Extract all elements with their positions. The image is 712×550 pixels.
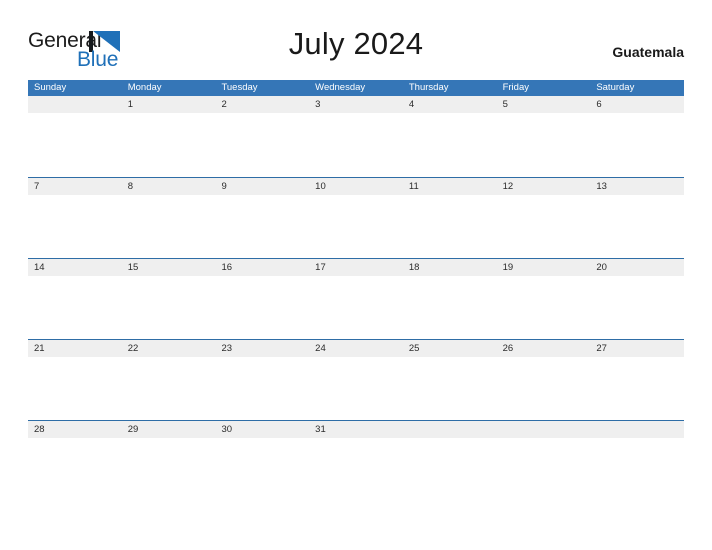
calendar-day-cell[interactable] bbox=[28, 96, 122, 177]
day-number: 12 bbox=[496, 178, 591, 195]
calendar-day-cell[interactable]: 4 bbox=[402, 96, 497, 177]
day-number: 16 bbox=[215, 259, 310, 276]
weekday-header-sunday: Sunday bbox=[34, 82, 67, 93]
calendar-day-cell[interactable]: 10 bbox=[309, 178, 403, 258]
day-number: 24 bbox=[309, 340, 403, 357]
day-number: 17 bbox=[309, 259, 403, 276]
calendar-week-row: 1 2 3 4 5 6 bbox=[28, 96, 685, 177]
day-number: 11 bbox=[402, 178, 497, 195]
calendar-day-cell[interactable]: 31 bbox=[309, 421, 403, 501]
calendar-day-cell[interactable]: 8 bbox=[121, 178, 216, 258]
day-number: 10 bbox=[309, 178, 403, 195]
weekday-header-tuesday: Tuesday bbox=[221, 82, 258, 93]
weekday-header-wednesday: Wednesday bbox=[315, 82, 366, 93]
calendar-day-cell[interactable]: 29 bbox=[121, 421, 216, 501]
day-number: 5 bbox=[496, 96, 591, 113]
day-number bbox=[590, 421, 685, 438]
calendar-day-cell[interactable]: 12 bbox=[496, 178, 591, 258]
day-number bbox=[28, 96, 122, 113]
day-number: 22 bbox=[121, 340, 216, 357]
calendar-day-cell[interactable]: 28 bbox=[28, 421, 122, 501]
calendar-week-row: 28 29 30 31 bbox=[28, 420, 685, 501]
page-header: General Blue July 2024 Guatemala bbox=[28, 26, 684, 72]
day-number: 4 bbox=[402, 96, 497, 113]
calendar-day-cell[interactable]: 25 bbox=[402, 340, 497, 420]
calendar-day-cell[interactable]: 6 bbox=[590, 96, 685, 177]
day-number: 1 bbox=[121, 96, 216, 113]
day-number: 14 bbox=[28, 259, 122, 276]
calendar-day-cell[interactable]: 3 bbox=[309, 96, 403, 177]
day-number: 6 bbox=[590, 96, 685, 113]
day-number: 27 bbox=[590, 340, 685, 357]
calendar-day-cell[interactable]: 17 bbox=[309, 259, 403, 339]
calendar-week-row: 7 8 9 10 11 12 13 bbox=[28, 177, 685, 258]
calendar-day-cell[interactable]: 1 bbox=[121, 96, 216, 177]
calendar-day-cell[interactable]: 20 bbox=[590, 259, 685, 339]
day-number: 28 bbox=[28, 421, 122, 438]
calendar-day-cell[interactable] bbox=[402, 421, 497, 501]
day-number: 30 bbox=[215, 421, 310, 438]
day-number: 20 bbox=[590, 259, 685, 276]
weekday-header-monday: Monday bbox=[127, 82, 162, 93]
calendar-day-cell[interactable]: 19 bbox=[496, 259, 591, 339]
calendar-day-cell[interactable]: 16 bbox=[215, 259, 310, 339]
calendar-day-cell[interactable]: 13 bbox=[590, 178, 685, 258]
day-number: 3 bbox=[309, 96, 403, 113]
calendar-day-cell[interactable]: 7 bbox=[28, 178, 122, 258]
day-number: 15 bbox=[121, 259, 216, 276]
weekday-header-thursday: Thursday bbox=[408, 82, 449, 93]
day-number: 9 bbox=[215, 178, 310, 195]
day-number bbox=[402, 421, 497, 438]
day-number: 19 bbox=[496, 259, 591, 276]
calendar-week-row: 21 22 23 24 25 26 27 bbox=[28, 339, 685, 420]
day-number: 2 bbox=[215, 96, 310, 113]
calendar-day-cell[interactable]: 22 bbox=[121, 340, 216, 420]
calendar-day-cell[interactable]: 23 bbox=[215, 340, 310, 420]
calendar-day-cell[interactable] bbox=[590, 421, 685, 501]
weekday-header-row: Sunday Monday Tuesday Wednesday Thursday… bbox=[28, 80, 684, 96]
location-label: Guatemala bbox=[612, 44, 684, 60]
calendar-day-cell[interactable]: 15 bbox=[121, 259, 216, 339]
day-number: 29 bbox=[121, 421, 216, 438]
day-number: 23 bbox=[215, 340, 310, 357]
calendar-day-cell[interactable]: 30 bbox=[215, 421, 310, 501]
day-number: 26 bbox=[496, 340, 591, 357]
calendar-day-cell[interactable]: 9 bbox=[215, 178, 310, 258]
calendar-day-cell[interactable] bbox=[496, 421, 591, 501]
day-number: 25 bbox=[402, 340, 497, 357]
calendar-day-cell[interactable]: 5 bbox=[496, 96, 591, 177]
calendar-grid: Sunday Monday Tuesday Wednesday Thursday… bbox=[28, 80, 685, 501]
day-number: 13 bbox=[590, 178, 685, 195]
day-number: 8 bbox=[121, 178, 216, 195]
calendar-day-cell[interactable]: 24 bbox=[309, 340, 403, 420]
weekday-header-saturday: Saturday bbox=[596, 82, 635, 93]
calendar-day-cell[interactable]: 26 bbox=[496, 340, 591, 420]
calendar-day-cell[interactable]: 14 bbox=[28, 259, 122, 339]
day-number: 18 bbox=[402, 259, 497, 276]
calendar-week-row: 14 15 16 17 18 19 20 bbox=[28, 258, 685, 339]
calendar-day-cell[interactable]: 18 bbox=[402, 259, 497, 339]
calendar-day-cell[interactable]: 21 bbox=[28, 340, 122, 420]
page-title: July 2024 bbox=[288, 26, 424, 61]
day-number: 7 bbox=[28, 178, 122, 195]
day-number: 21 bbox=[28, 340, 122, 357]
weekday-header-friday: Friday bbox=[502, 82, 529, 93]
day-number: 31 bbox=[309, 421, 403, 438]
calendar-day-cell[interactable]: 2 bbox=[215, 96, 310, 177]
calendar-day-cell[interactable]: 11 bbox=[402, 178, 497, 258]
day-number bbox=[496, 421, 591, 438]
calendar-page: General Blue July 2024 Guatemala Sunday … bbox=[0, 0, 712, 550]
calendar-day-cell[interactable]: 27 bbox=[590, 340, 685, 420]
